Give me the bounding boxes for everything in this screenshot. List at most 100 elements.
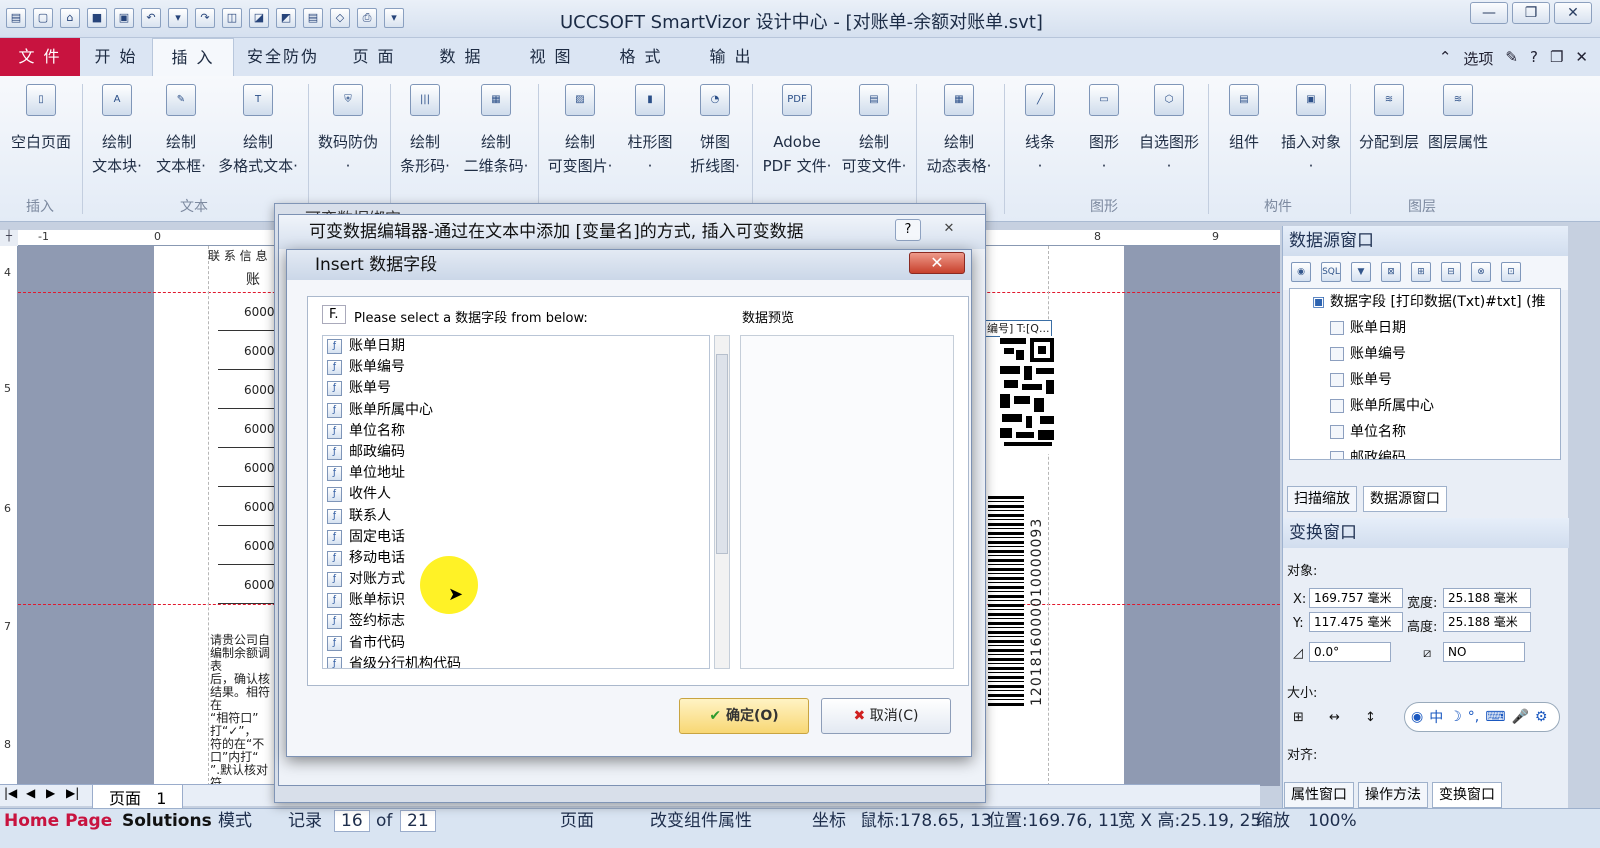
home-page-link[interactable]: Home Page: [4, 808, 112, 834]
tab-properties[interactable]: 属性窗口: [1284, 782, 1354, 808]
tab-page[interactable]: 页 面: [332, 38, 416, 76]
draw-qrcode-button[interactable]: ▦ 绘制 二维条码·: [458, 80, 534, 178]
help-button[interactable]: ?: [895, 219, 921, 241]
field-item[interactable]: ƒ 移动电话: [323, 548, 709, 569]
tree-item[interactable]: 账单编号: [1290, 341, 1560, 367]
field-list[interactable]: ƒ 账单日期 ƒ 账单编号 ƒ 账单号 ƒ 账单所属中心 ƒ 单位名称 ƒ 邮政编码 ƒ 单位…: [322, 335, 710, 669]
ime-chinese[interactable]: 中: [1429, 707, 1443, 727]
ime-punct-icon[interactable]: °,: [1468, 709, 1479, 725]
size-both-icon[interactable]: ⊞: [1293, 710, 1304, 725]
tree-root[interactable]: ▣ 数据字段 [打印数据(Txt)#txt] (推: [1290, 289, 1560, 315]
options-menu[interactable]: 选项: [1463, 48, 1493, 69]
zoom-value[interactable]: 100%: [1308, 808, 1357, 834]
skew-select[interactable]: NO: [1443, 642, 1525, 662]
bar-chart-button[interactable]: ▮ 柱形图 ·: [622, 80, 678, 178]
tree-item[interactable]: 邮政编码: [1290, 445, 1560, 459]
save-as-icon[interactable]: ▣: [114, 8, 134, 28]
line-button[interactable]: ╱ 线条 ·: [1010, 80, 1070, 178]
custom-shape-button[interactable]: ⬡ 自选图形 ·: [1136, 80, 1202, 178]
tab-datasource[interactable]: 数据源窗口: [1363, 486, 1447, 512]
tree-item[interactable]: 账单日期: [1290, 315, 1560, 341]
record-current-input[interactable]: 16: [334, 808, 370, 834]
refresh-field-icon[interactable]: ⊡: [1501, 262, 1521, 282]
close-button[interactable]: ✕: [1554, 2, 1592, 24]
draw-textblock-button[interactable]: A 绘制 文本块·: [86, 80, 148, 178]
field-list-scrollbar[interactable]: [714, 335, 730, 669]
height-input[interactable]: 25.188 毫米: [1443, 612, 1531, 632]
field-item[interactable]: ƒ 固定电话: [323, 527, 709, 548]
data-icon[interactable]: ◪: [249, 8, 269, 28]
tab-operation[interactable]: 操作方法: [1358, 782, 1428, 808]
delete-field-icon[interactable]: ⊗: [1471, 262, 1491, 282]
draw-barcode-button[interactable]: ||| 绘制 条形码·: [394, 80, 456, 178]
undo-dropdown-icon[interactable]: ▾: [168, 8, 188, 28]
print-icon[interactable]: ⎙: [357, 8, 377, 28]
layout-icon[interactable]: ◩: [276, 8, 296, 28]
field-item[interactable]: ƒ 账单所属中心: [323, 400, 709, 421]
datasource-tree[interactable]: ▣ 数据字段 [打印数据(Txt)#txt] (推 账单日期 账单编号 账单号 账…: [1289, 288, 1561, 460]
maximize-button[interactable]: ❐: [1512, 2, 1550, 24]
ime-mic-icon[interactable]: 🎤: [1511, 709, 1528, 725]
y-input[interactable]: 117.475 毫米: [1309, 612, 1403, 632]
qat-icon[interactable]: ▤: [6, 8, 26, 28]
draw-textbox-button[interactable]: ✎ 绘制 文本框·: [150, 80, 212, 178]
tab-insert[interactable]: 插 入: [152, 38, 234, 76]
ime-settings-icon[interactable]: ⚙: [1535, 709, 1548, 725]
ribbon-restore-icon[interactable]: ❐: [1550, 48, 1563, 69]
draw-variable-image-button[interactable]: ▨ 绘制 可变图片·: [542, 80, 618, 178]
page-tab[interactable]: 页面 1: [92, 784, 184, 810]
copy-icon[interactable]: ▤: [303, 8, 323, 28]
angle-select[interactable]: 0.0°: [1309, 642, 1391, 662]
field-item[interactable]: ƒ 单位地址: [323, 463, 709, 484]
add-field-icon[interactable]: ⊞: [1411, 262, 1431, 282]
size-width-icon[interactable]: ↔: [1329, 710, 1340, 725]
field-item[interactable]: ƒ 签约标志: [323, 611, 709, 632]
last-page-button[interactable]: ▶|: [66, 786, 79, 800]
tab-view[interactable]: 视 图: [506, 38, 596, 76]
x-input[interactable]: 169.757 毫米: [1309, 588, 1403, 608]
undo-icon[interactable]: ↶: [141, 8, 161, 28]
layer-properties-button[interactable]: ≋ 图层属性: [1424, 80, 1492, 154]
field-item[interactable]: ƒ 省级分行机构代码: [323, 654, 709, 668]
tab-output[interactable]: 输 出: [686, 38, 776, 76]
tab-security[interactable]: 安全防伪: [234, 38, 332, 76]
pie-line-chart-button[interactable]: ◔ 饼图 折线图·: [682, 80, 748, 178]
ribbon-close-icon[interactable]: ✕: [1575, 48, 1588, 69]
close-dialog-button[interactable]: ✕: [931, 219, 967, 241]
tree-item[interactable]: 账单号: [1290, 367, 1560, 393]
draw-variable-file-button[interactable]: ▤ 绘制 可变文件·: [836, 80, 912, 178]
field-item[interactable]: ƒ 账单编号: [323, 357, 709, 378]
collapse-ribbon-icon[interactable]: ⌃: [1439, 48, 1452, 69]
shape-button[interactable]: ▭ 图形 ·: [1074, 80, 1134, 178]
ime-moon-icon[interactable]: ☽: [1449, 709, 1462, 725]
first-page-button[interactable]: |◀: [4, 786, 17, 800]
redo-icon[interactable]: ↷: [195, 8, 215, 28]
prev-page-button[interactable]: ◀: [26, 786, 35, 800]
qr-code[interactable]: [1000, 336, 1058, 454]
width-input[interactable]: 25.188 毫米: [1443, 588, 1531, 608]
tab-scan-zoom[interactable]: 扫描缩放: [1287, 486, 1357, 512]
minimize-button[interactable]: —: [1470, 2, 1508, 24]
solutions-link[interactable]: Solutions: [122, 808, 212, 834]
preview-icon[interactable]: ◇: [330, 8, 350, 28]
ime-keyboard-icon[interactable]: ⌨: [1485, 709, 1505, 725]
draw-dynamic-table-button[interactable]: ▦ 绘制 动态表格·: [920, 80, 998, 178]
field-item[interactable]: ƒ 联系人: [323, 506, 709, 527]
tab-file[interactable]: 文 件: [0, 38, 80, 76]
field-item[interactable]: ƒ 账单标识: [323, 590, 709, 611]
tab-home[interactable]: 开 始: [80, 38, 152, 76]
open-folder-icon[interactable]: ⌂: [60, 8, 80, 28]
field-item[interactable]: ƒ 收件人: [323, 484, 709, 505]
database-icon[interactable]: ◉: [1291, 262, 1311, 282]
ime-logo-icon[interactable]: ◉: [1411, 709, 1423, 725]
tab-data[interactable]: 数 据: [416, 38, 506, 76]
ok-button[interactable]: ✔ 确定(O): [679, 698, 809, 734]
field-item[interactable]: ƒ 对账方式: [323, 569, 709, 590]
customize-dropdown-icon[interactable]: ▾: [384, 8, 404, 28]
page-setup-icon[interactable]: ◫: [222, 8, 242, 28]
filter-icon[interactable]: ▼: [1351, 262, 1371, 282]
digital-security-button[interactable]: ⛨ 数码防伪 ·: [312, 80, 384, 178]
assign-layer-button[interactable]: ≋ 分配到层: [1356, 80, 1422, 154]
tab-format[interactable]: 格 式: [596, 38, 686, 76]
new-file-icon[interactable]: ▢: [33, 8, 53, 28]
